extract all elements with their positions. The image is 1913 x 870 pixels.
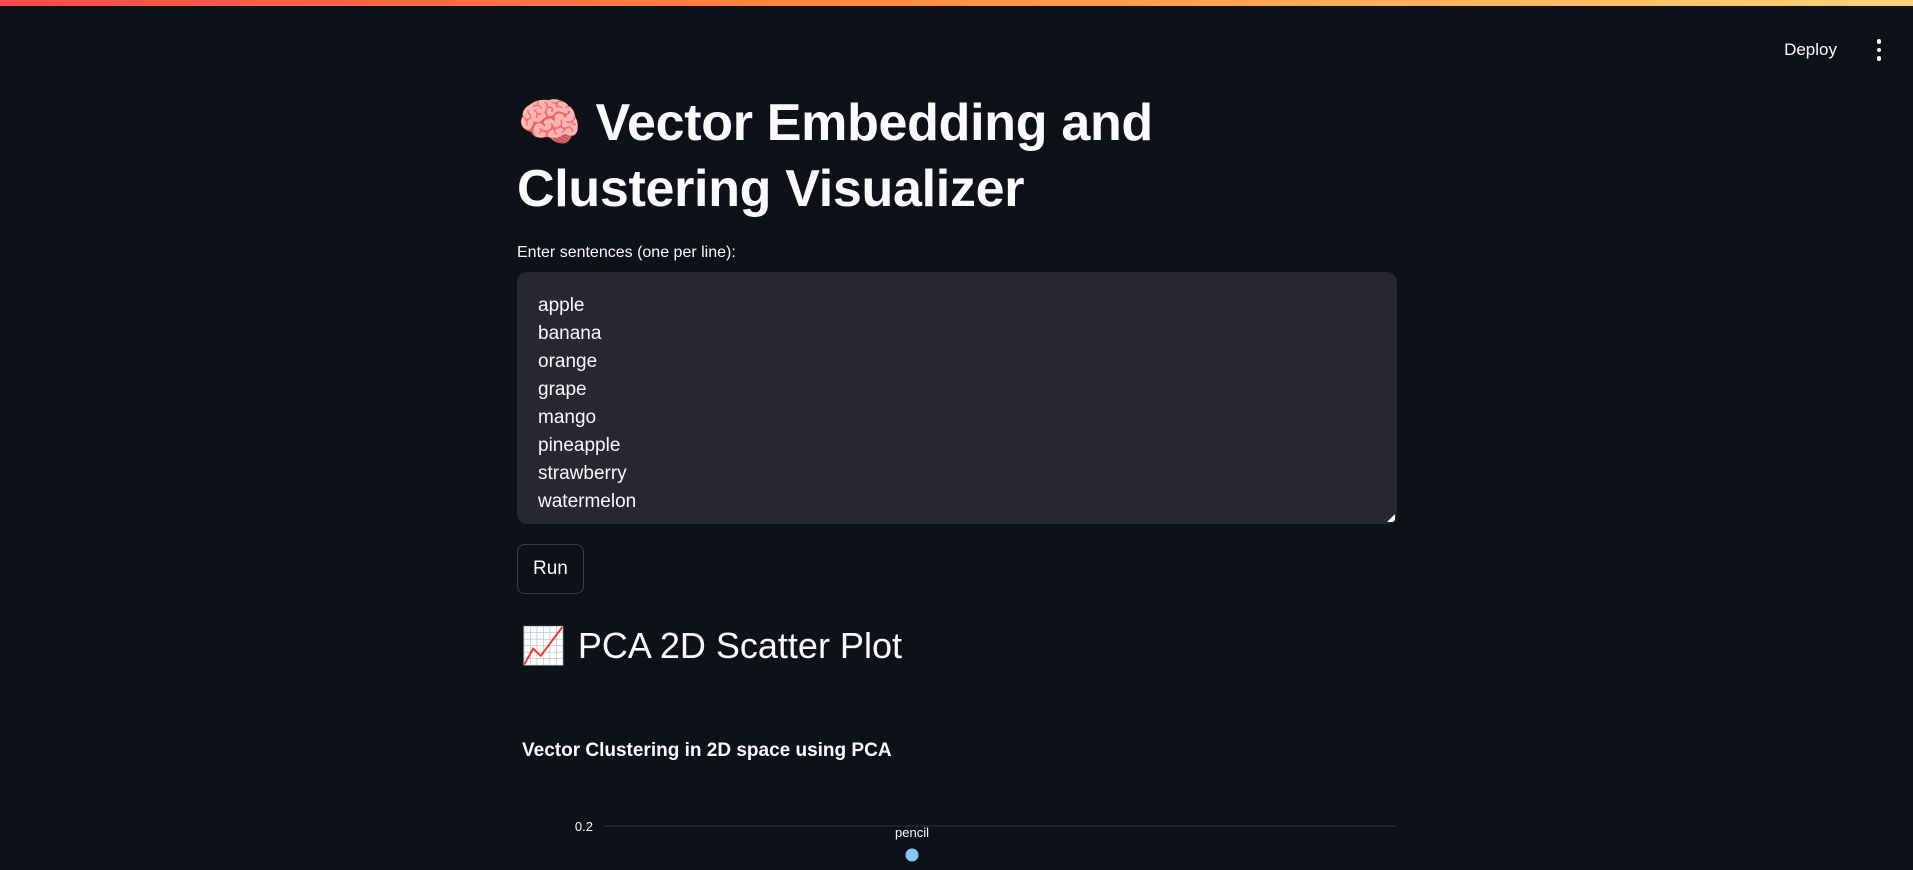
brain-icon: 🧠 xyxy=(517,94,582,152)
data-point[interactable] xyxy=(905,848,919,862)
y-tick-label: 0.2 xyxy=(575,819,593,834)
deploy-button[interactable]: Deploy xyxy=(1778,36,1843,64)
textarea-line: mango xyxy=(538,407,597,428)
sentences-textarea[interactable]: apple banana orange grape mango pineapple stra… xyxy=(517,272,1397,524)
top-decoration-bar xyxy=(0,0,1913,6)
textarea-line: strawberry xyxy=(538,463,627,484)
point-label: pencil xyxy=(895,825,929,840)
resize-handle-icon[interactable] xyxy=(1387,514,1395,522)
run-button[interactable]: Run xyxy=(517,544,584,594)
scatter-plot-svg[interactable]: 0.2pencilsmartphoneerasersharpener xyxy=(517,730,1397,870)
page-title: 🧠 Vector Embedding and Clustering Visuali… xyxy=(517,90,1397,222)
page-title-text: Vector Embedding and Clustering Visualiz… xyxy=(517,94,1153,218)
textarea-line: pineapple xyxy=(538,435,621,456)
sentences-input-label: Enter sentences (one per line): xyxy=(517,244,736,261)
textarea-line: watermelon xyxy=(538,491,637,512)
textarea-line: grape xyxy=(538,379,587,400)
chart-increasing-icon: 📈 xyxy=(521,625,566,666)
textarea-line: orange xyxy=(538,351,598,372)
section-title: 📈 PCA 2D Scatter Plot xyxy=(517,624,1397,668)
header-toolbar: Deploy xyxy=(1778,34,1889,66)
kebab-menu-icon[interactable] xyxy=(1869,34,1889,66)
section-title-text: PCA 2D Scatter Plot xyxy=(577,625,902,666)
textarea-line: banana xyxy=(538,323,602,344)
textarea-line: apple xyxy=(538,295,585,316)
main-content: 🧠 Vector Embedding and Clustering Visuali… xyxy=(517,90,1397,668)
scatter-chart: Vector Clustering in 2D space using PCA … xyxy=(517,730,1397,870)
